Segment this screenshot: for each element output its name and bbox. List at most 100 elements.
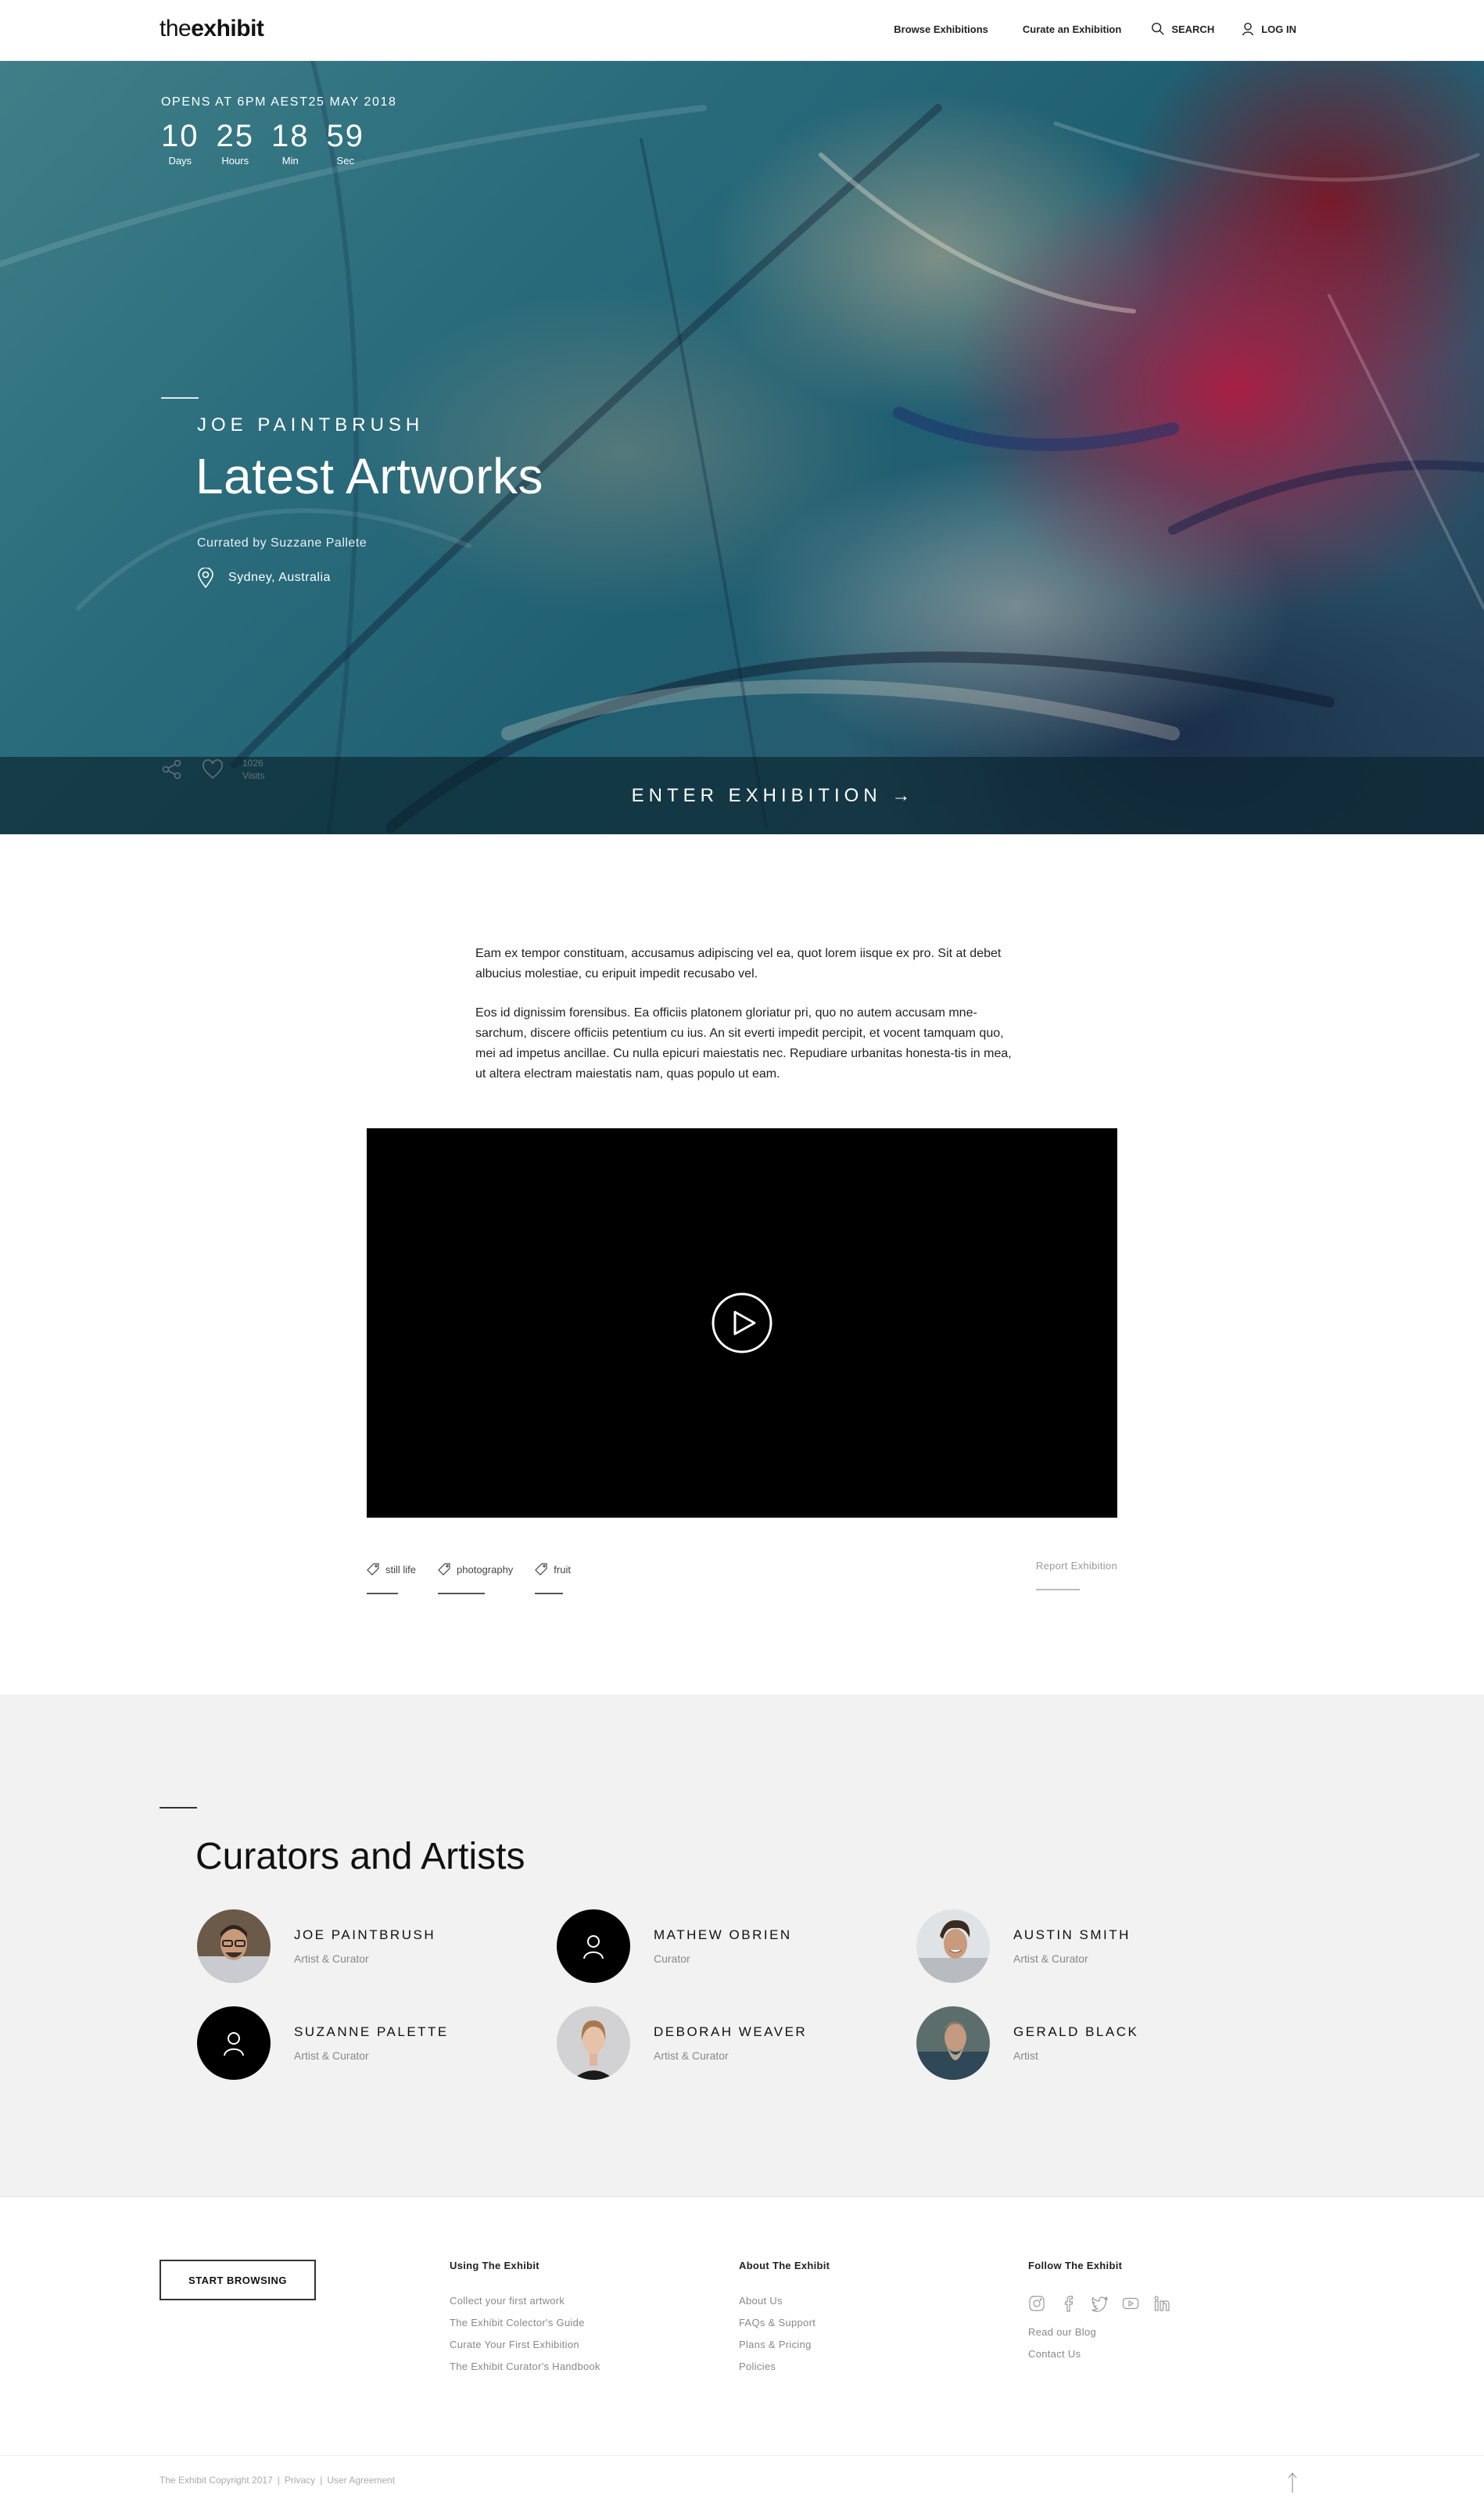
countdown-days: 10 Days bbox=[161, 119, 199, 167]
curators-divider bbox=[160, 1807, 197, 1809]
user-icon bbox=[1242, 23, 1254, 36]
copyright-text: The Exhibit Copyright 2017 bbox=[160, 2475, 273, 2486]
twitter-icon[interactable] bbox=[1091, 2295, 1108, 2312]
person-card[interactable]: AUSTIN SMITH Artist & Curator bbox=[916, 1909, 1276, 1983]
person-card[interactable]: DEBORAH WEAVER Artist & Curator bbox=[557, 2006, 916, 2080]
description-paragraph: Eam ex tempor constituam, accusamus adip… bbox=[475, 947, 1002, 980]
bottom-bar: The Exhibit Copyright 2017 | Privacy | User … bbox=[0, 2455, 1484, 2499]
instagram-icon[interactable] bbox=[1028, 2295, 1045, 2312]
logo[interactable]: theexhibit bbox=[160, 16, 264, 42]
tag-icon bbox=[367, 1563, 379, 1576]
footer-link[interactable]: Curate Your First Exhibition bbox=[450, 2339, 600, 2350]
hero-divider bbox=[161, 397, 199, 399]
facebook-icon[interactable] bbox=[1059, 2295, 1077, 2312]
avatar bbox=[197, 1909, 271, 1983]
person-name: MATHEW OBRIEN bbox=[654, 1927, 792, 1942]
avatar bbox=[916, 2006, 990, 2080]
avatar bbox=[557, 1909, 630, 1983]
people-grid: JOE PAINTBRUSH Artist & Curator MATHEW O… bbox=[197, 1909, 1370, 2080]
person-name: JOE PAINTBRUSH bbox=[294, 1927, 436, 1942]
hero-banner: OPENS AT 6PM AEST25 MAY 2018 10 Days 25 … bbox=[0, 61, 1484, 834]
footer-link[interactable]: Collect your first artwork bbox=[450, 2295, 600, 2307]
footer-link[interactable]: The Exhibit Colector's Guide bbox=[450, 2317, 600, 2328]
person-role: Artist & Curator bbox=[294, 1952, 369, 1965]
logo-bold: exhibit bbox=[191, 16, 264, 41]
exhibition-title: Latest Artworks bbox=[195, 448, 543, 504]
tags-row: still life photography fruit Report Exhi… bbox=[367, 1560, 1117, 1694]
report-exhibition-link[interactable]: Report Exhibition bbox=[1035, 1560, 1117, 1590]
countdown-hours: 25 Hours bbox=[216, 119, 254, 167]
footer-link[interactable]: Read our Blog bbox=[1028, 2326, 1185, 2338]
tag-underline bbox=[438, 1593, 486, 1594]
nav-browse-exhibitions[interactable]: Browse Exhibitions bbox=[894, 23, 988, 35]
copyright: The Exhibit Copyright 2017 | Privacy | User … bbox=[160, 2475, 396, 2486]
video-player[interactable] bbox=[367, 1128, 1117, 1518]
person-card[interactable]: GERALD BLACK Artist bbox=[916, 2006, 1276, 2080]
linkedin-icon[interactable] bbox=[1153, 2295, 1170, 2312]
tag-still-life[interactable]: still life bbox=[367, 1563, 416, 1594]
person-card[interactable]: MATHEW OBRIEN Curator bbox=[557, 1909, 916, 1983]
avatar bbox=[197, 2006, 271, 2080]
nav-login[interactable]: LOG IN bbox=[1241, 22, 1296, 36]
footer-column-title: Follow The Exhibit bbox=[1028, 2260, 1123, 2271]
person-role: Artist bbox=[1013, 2049, 1038, 2062]
tag-list: still life photography fruit bbox=[367, 1563, 593, 1594]
tag-fruit[interactable]: fruit bbox=[535, 1563, 571, 1594]
tag-underline bbox=[535, 1593, 564, 1594]
nav-login-label: LOG IN bbox=[1261, 23, 1296, 35]
user-agreement-link[interactable]: User Agreement bbox=[327, 2475, 395, 2486]
search-icon bbox=[1152, 23, 1165, 35]
tag-underline bbox=[367, 1593, 398, 1594]
footer-link[interactable]: FAQs & Support bbox=[739, 2317, 830, 2328]
curators-title: Curators and Artists bbox=[195, 1836, 525, 1877]
person-name: DEBORAH WEAVER bbox=[654, 2024, 808, 2039]
footer-column-about: About The Exhibit About Us FAQs & Suppor… bbox=[739, 2260, 830, 2382]
countdown: OPENS AT 6PM AEST25 MAY 2018 10 Days 25 … bbox=[161, 95, 397, 167]
main-nav: Browse Exhibitions Curate an Exhibition … bbox=[894, 22, 1296, 36]
youtube-icon[interactable] bbox=[1122, 2295, 1139, 2312]
location: Sydney, Australia bbox=[197, 568, 331, 588]
user-icon bbox=[583, 1935, 604, 1959]
curators-section: Curators and Artists JOE PAINTBRUSH Arti… bbox=[0, 1694, 1484, 2196]
curated-by: Currated by Suzzane Pallete bbox=[197, 536, 367, 550]
privacy-link[interactable]: Privacy bbox=[285, 2475, 315, 2486]
tag-photography[interactable]: photography bbox=[438, 1563, 513, 1594]
start-browsing-button[interactable]: START BROWSING bbox=[160, 2260, 316, 2300]
opens-label: OPENS AT 6PM AEST25 MAY 2018 bbox=[161, 95, 397, 109]
social-links bbox=[1028, 2295, 1185, 2312]
avatar bbox=[916, 1909, 990, 1983]
person-name: GERALD BLACK bbox=[1013, 2024, 1139, 2039]
avatar-photo bbox=[916, 1909, 990, 1983]
enter-exhibition-button[interactable]: ENTER EXHIBITION → bbox=[569, 785, 916, 807]
footer-column-using: Using The Exhibit Collect your first art… bbox=[450, 2260, 600, 2382]
person-card[interactable]: SUZANNE PALETTE Artist & Curator bbox=[197, 2006, 557, 2080]
logo-light: the bbox=[160, 16, 192, 41]
enter-exhibition-bar[interactable]: ENTER EXHIBITION → bbox=[0, 757, 1484, 834]
footer-link[interactable]: Policies bbox=[739, 2361, 830, 2372]
play-icon[interactable] bbox=[711, 1292, 773, 1354]
arrow-up-icon[interactable] bbox=[1287, 2472, 1298, 2493]
tag-icon bbox=[438, 1563, 450, 1576]
person-card[interactable]: JOE PAINTBRUSH Artist & Curator bbox=[197, 1909, 557, 1983]
nav-search[interactable]: SEARCH bbox=[1151, 22, 1214, 36]
location-text: Sydney, Australia bbox=[228, 571, 331, 584]
person-role: Curator bbox=[654, 1952, 690, 1965]
person-name: AUSTIN SMITH bbox=[1013, 1927, 1131, 1942]
tag-icon bbox=[535, 1563, 547, 1576]
footer-link[interactable]: Plans & Pricing bbox=[739, 2339, 830, 2350]
countdown-seconds: 59 Sec bbox=[326, 119, 364, 167]
site-footer: START BROWSING Using The Exhibit Collect… bbox=[0, 2196, 1484, 2455]
exhibition-description: Eam ex tempor constituam, accusamus adip… bbox=[464, 834, 1020, 1084]
footer-link[interactable]: The Exhibit Curator's Handbook bbox=[450, 2361, 600, 2372]
avatar-photo bbox=[197, 1909, 271, 1983]
footer-link[interactable]: About Us bbox=[739, 2295, 830, 2307]
user-icon bbox=[224, 2032, 244, 2056]
countdown-minutes: 18 Min bbox=[271, 119, 310, 167]
nav-curate-exhibition[interactable]: Curate an Exhibition bbox=[1023, 23, 1121, 35]
footer-column-follow: Follow The Exhibit Read our Blog Contact… bbox=[1028, 2260, 1185, 2370]
footer-column-title: About The Exhibit bbox=[739, 2260, 830, 2271]
footer-link[interactable]: Contact Us bbox=[1028, 2348, 1185, 2360]
hero-artist-name: JOE PAINTBRUSH bbox=[197, 414, 425, 436]
report-underline bbox=[1035, 1589, 1080, 1590]
description-paragraph: Eos id dignissim forensibus. Ea officiis… bbox=[475, 1006, 1012, 1081]
